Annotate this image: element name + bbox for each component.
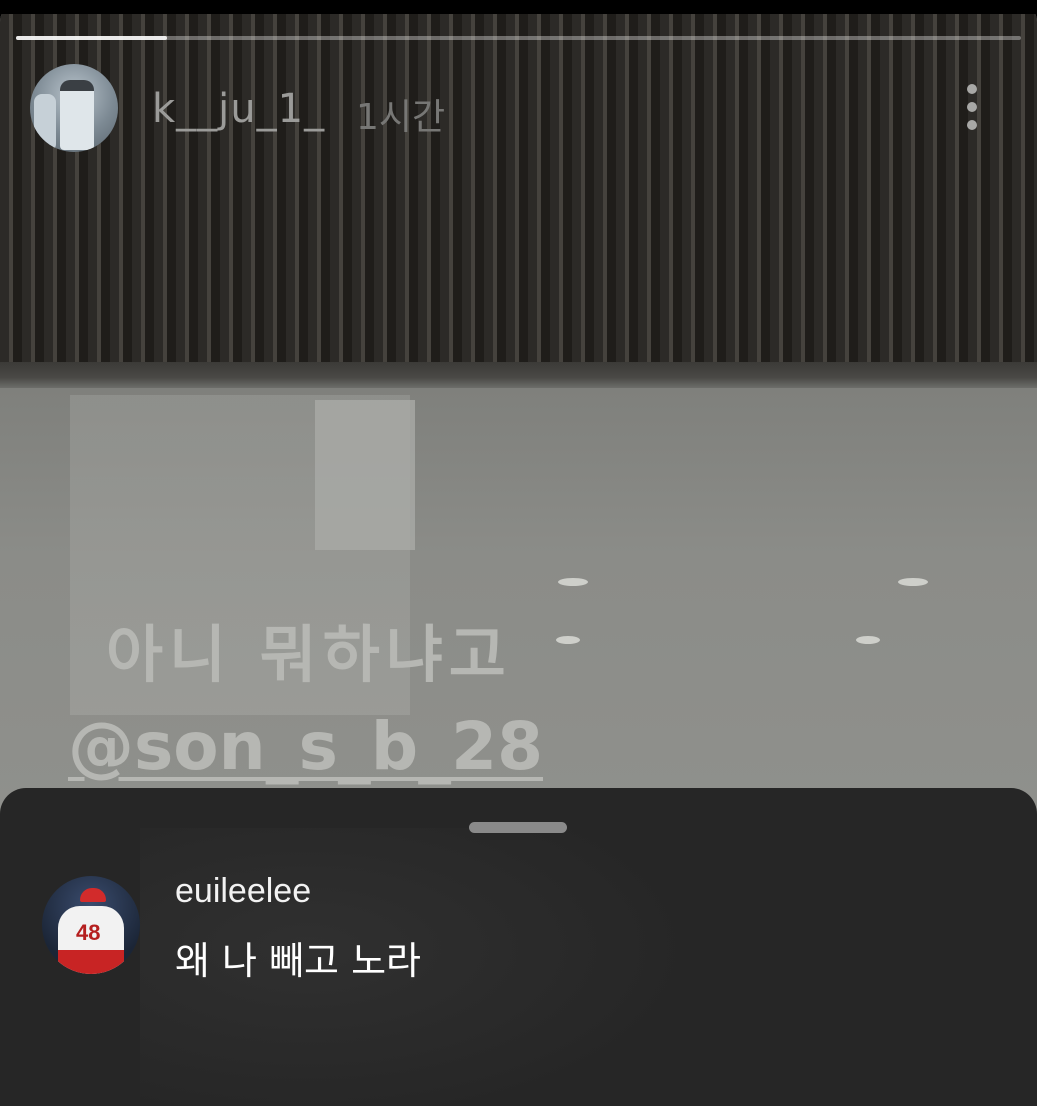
- story-author-username[interactable]: k__ju_1_: [152, 86, 325, 132]
- story-overlay-text: 아니 뭐하냐고: [106, 618, 512, 691]
- more-dot: [967, 120, 977, 130]
- reply-author-avatar[interactable]: 48: [42, 876, 140, 974]
- story-image-light: [556, 636, 580, 644]
- sheet-drag-handle[interactable]: [469, 822, 567, 833]
- avatar-figure: [34, 94, 56, 152]
- avatar-jersey-trim: [58, 950, 124, 974]
- story-progress-bar: [16, 36, 1021, 40]
- status-bar-background: [0, 0, 1037, 14]
- more-vertical-icon[interactable]: [960, 84, 984, 130]
- story-image-light: [558, 578, 588, 586]
- reply-author-username[interactable]: euileelee: [175, 872, 311, 911]
- more-dot: [967, 84, 977, 94]
- more-dot: [967, 102, 977, 112]
- avatar-cap: [80, 888, 106, 902]
- story-image-beam: [0, 362, 1037, 388]
- reply-message-text: 왜 나 빼고 노라: [175, 939, 421, 983]
- story-progress-fill: [16, 36, 167, 40]
- story-image-light: [856, 636, 880, 644]
- avatar-jersey-number: 48: [76, 920, 101, 945]
- story-image-panel: [315, 400, 415, 550]
- story-author-avatar[interactable]: [30, 64, 118, 152]
- story-image-ceiling: [0, 0, 1037, 372]
- reply-bottom-sheet[interactable]: 48 euileelee 왜 나 빼고 노라: [0, 788, 1037, 1106]
- story-mention-sticker[interactable]: @son_s_b_28: [68, 708, 543, 785]
- avatar-figure: [60, 80, 94, 150]
- story-image-light: [898, 578, 928, 586]
- story-timestamp: 1시간: [356, 97, 446, 138]
